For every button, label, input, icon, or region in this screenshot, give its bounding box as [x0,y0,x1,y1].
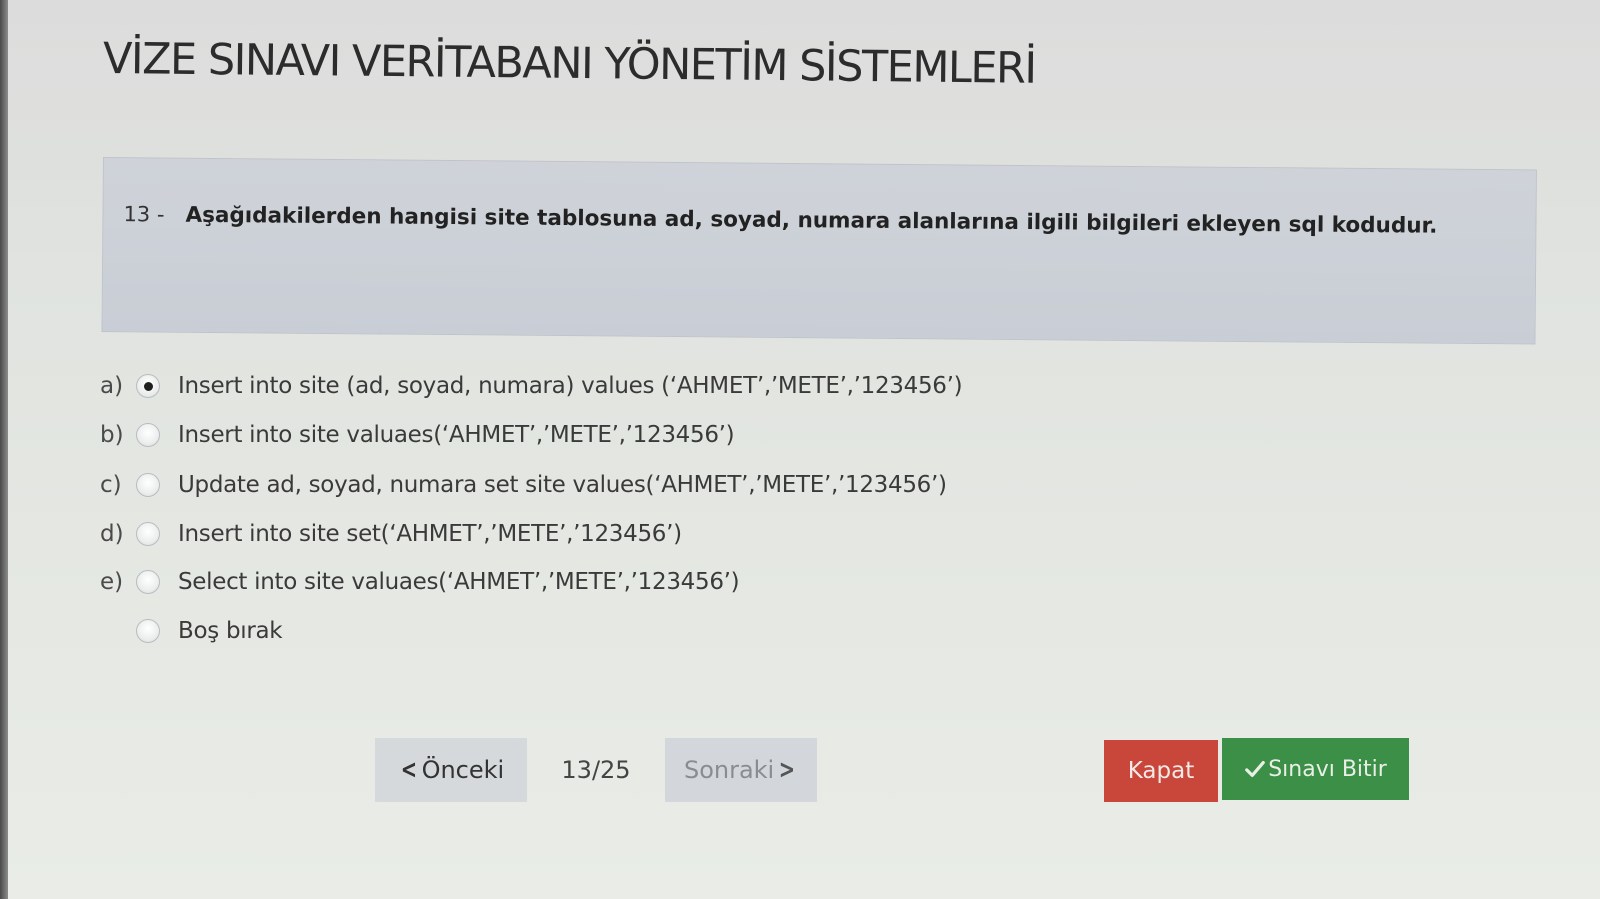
option-c[interactable]: c) Update ad, soyad, numara set site val… [100,467,947,503]
next-label: Sonraki [683,756,775,784]
close-label: Kapat [1127,758,1195,784]
option-text: Insert into site valuaes(‘AHMET’,’METE’,… [178,422,735,448]
question-text: Aşağıdakilerden hangisi site tablosuna a… [185,202,1438,239]
option-letter: a) [100,373,124,399]
finish-label: Sınavı Bitir [1268,756,1387,782]
option-a[interactable]: a) Insert into site (ad, soyad, numara) … [100,368,963,404]
question-number: 13 - [123,202,165,227]
next-button[interactable]: Sonraki > [665,738,817,802]
option-d[interactable]: d) Insert into site set(‘AHMET’,’METE’,’… [100,516,682,552]
radio-button[interactable] [136,619,160,643]
option-letter: e) [100,569,124,595]
radio-button[interactable] [136,570,160,594]
page-indicator: 13/25 [561,756,631,784]
check-icon [1245,760,1266,778]
previous-label: Önceki [421,756,505,784]
radio-button[interactable] [136,522,160,546]
radio-button[interactable] [136,473,160,497]
radio-button[interactable] [136,374,160,398]
option-text: Insert into site set(‘AHMET’,’METE’,’123… [178,521,682,547]
option-letter: d) [100,521,124,547]
chevron-right-icon: > [778,755,796,785]
option-b[interactable]: b) Insert into site valuaes(‘AHMET’,’MET… [100,417,735,453]
finish-exam-button[interactable]: Sınavı Bitir [1222,738,1409,800]
chevron-left-icon: < [400,755,417,785]
exam-screen: VİZE SINAVI VERİTABANI YÖNETİM SİSTEMLER… [0,0,1600,899]
pagination: < Önceki 13/25 Sonraki > [375,738,817,802]
radio-button[interactable] [136,423,160,447]
option-leave-blank[interactable]: Boş bırak [100,613,283,649]
close-button[interactable]: Kapat [1104,740,1218,802]
option-e[interactable]: e) Select into site valuaes(‘AHMET’,’MET… [100,564,740,600]
previous-button[interactable]: < Önceki [375,738,527,802]
option-text: Boş bırak [178,618,283,644]
question-panel: 13 - Aşağıdakilerden hangisi site tablos… [101,157,1537,345]
monitor-bezel [0,0,8,899]
option-text: Update ad, soyad, numara set site values… [178,472,947,498]
option-letter: c) [100,472,122,498]
page-title: VİZE SINAVI VERİTABANI YÖNETİM SİSTEMLER… [102,34,1036,94]
option-letter: b) [100,422,124,448]
option-text: Insert into site (ad, soyad, numara) val… [178,373,963,399]
option-text: Select into site valuaes(‘AHMET’,’METE’,… [178,569,740,595]
